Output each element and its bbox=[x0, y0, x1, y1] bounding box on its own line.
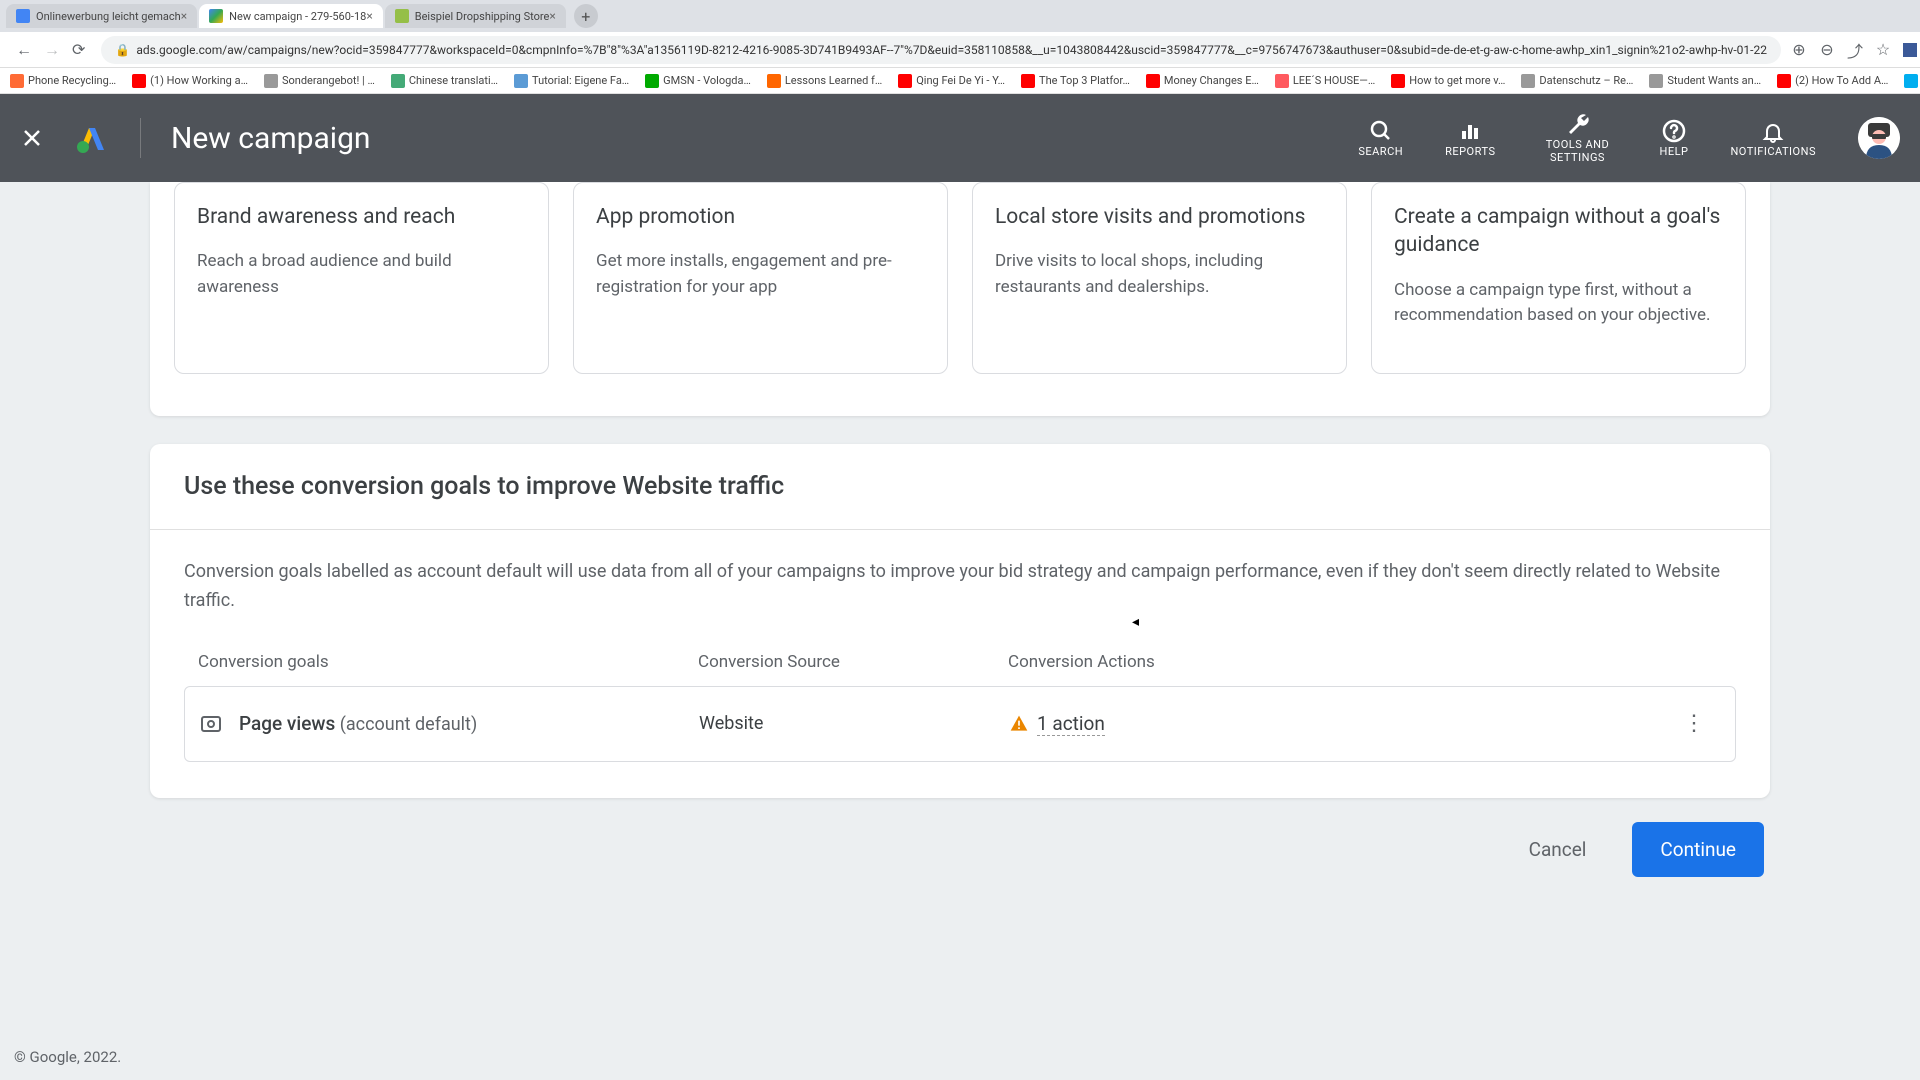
bookmark-item[interactable]: How to get more v… bbox=[1391, 74, 1505, 88]
goal-tile-no-goal[interactable]: Create a campaign without a goal's guida… bbox=[1371, 182, 1746, 374]
notifications-button[interactable]: NOTIFICATIONS bbox=[1730, 119, 1816, 158]
close-button[interactable] bbox=[20, 126, 44, 150]
goal-description: Drive visits to local shops, including r… bbox=[995, 249, 1324, 300]
browser-tab[interactable]: Onlinewerbung leicht gemach × bbox=[6, 4, 197, 28]
bookmark-item[interactable]: Qing Fei De Yi - Y… bbox=[898, 74, 1005, 88]
reload-button[interactable]: ⟳ bbox=[72, 40, 85, 59]
address-bar: ← → ⟳ 🔒 ads.google.com/aw/campaigns/new?… bbox=[0, 32, 1920, 68]
footer-actions: Cancel Continue bbox=[150, 822, 1770, 877]
goal-description: Get more installs, engagement and pre-re… bbox=[596, 249, 925, 300]
cancel-button[interactable]: Cancel bbox=[1501, 822, 1615, 877]
zoom-icon[interactable]: ⊖ bbox=[1819, 42, 1835, 58]
campaign-goals-card: Brand awareness and reach Reach a broad … bbox=[150, 182, 1770, 416]
bookmark-item[interactable]: GMSN - Vologda… bbox=[645, 74, 751, 88]
user-avatar[interactable] bbox=[1858, 117, 1900, 159]
forward-button[interactable]: → bbox=[44, 40, 60, 60]
translate-icon[interactable]: ⊕ bbox=[1791, 42, 1807, 58]
page-views-icon bbox=[199, 712, 223, 736]
table-row: Page views (account default) Website 1 a… bbox=[184, 686, 1736, 762]
tab-title: Beispiel Dropshipping Store bbox=[415, 10, 550, 23]
bookmark-item[interactable]: Money Changes E… bbox=[1146, 74, 1259, 88]
bookmark-item[interactable]: LEE´S HOUSE—… bbox=[1275, 74, 1375, 88]
app-header: New campaign SEARCH REPORTS TOOLS AND SE… bbox=[0, 94, 1920, 182]
bookmark-item[interactable]: Student Wants an… bbox=[1649, 74, 1761, 88]
content-area: Brand awareness and reach Reach a broad … bbox=[0, 182, 1920, 1080]
reports-icon bbox=[1458, 119, 1482, 143]
divider bbox=[140, 118, 141, 158]
goal-description: Choose a campaign type first, without a … bbox=[1394, 278, 1723, 329]
tab-title: New campaign - 279-560-18 bbox=[229, 10, 366, 23]
bookmark-item[interactable]: (2) How To Add A… bbox=[1777, 74, 1888, 88]
lock-icon: 🔒 bbox=[115, 43, 130, 57]
conversion-goals-card: Use these conversion goals to improve We… bbox=[150, 444, 1770, 798]
bookmark-item[interactable]: Chinese translati… bbox=[391, 74, 498, 88]
bookmark-item[interactable]: Lessons Learned f… bbox=[767, 74, 882, 88]
address-icons: ⊕ ⊖ ⤴ ☆ 🧩 ▦ ▣ ⋮ bbox=[1791, 39, 1920, 61]
goal-title: App promotion bbox=[596, 203, 925, 231]
google-ads-logo-icon bbox=[74, 120, 110, 156]
goal-description: Reach a broad audience and build awarene… bbox=[197, 249, 526, 300]
cursor-icon: ◂ bbox=[1132, 614, 1139, 630]
page-title: New campaign bbox=[171, 121, 371, 156]
bookmark-item[interactable]: The Top 3 Platfor… bbox=[1021, 74, 1130, 88]
bookmarks-bar: Phone Recycling… (1) How Working a… Sond… bbox=[0, 68, 1920, 94]
goal-name: Page views bbox=[239, 712, 335, 735]
goal-title: Create a campaign without a goal's guida… bbox=[1394, 203, 1723, 260]
section-description: Conversion goals labelled as account def… bbox=[150, 530, 1770, 616]
close-icon[interactable]: × bbox=[549, 9, 555, 23]
wrench-icon bbox=[1565, 112, 1589, 136]
url-input[interactable]: 🔒 ads.google.com/aw/campaigns/new?ocid=3… bbox=[101, 36, 1781, 64]
close-icon[interactable]: × bbox=[366, 9, 372, 23]
goal-title: Local store visits and promotions bbox=[995, 203, 1324, 231]
url-text: ads.google.com/aw/campaigns/new?ocid=359… bbox=[136, 43, 1767, 57]
copyright-text: © Google, 2022. bbox=[14, 1048, 121, 1066]
warning-icon bbox=[1009, 714, 1029, 734]
browser-tab-active[interactable]: New campaign - 279-560-18 × bbox=[199, 4, 383, 28]
new-tab-button[interactable]: + bbox=[574, 4, 598, 28]
goal-tile-app-promotion[interactable]: App promotion Get more installs, engagem… bbox=[573, 182, 948, 374]
section-title: Use these conversion goals to improve We… bbox=[150, 444, 1770, 530]
bell-icon bbox=[1761, 119, 1785, 143]
bookmark-item[interactable]: Tutorial: Eigene Fa… bbox=[514, 74, 629, 88]
conversion-table: Conversion goals Conversion Source Conve… bbox=[150, 616, 1770, 762]
bookmark-item[interactable]: (1) How Working a… bbox=[132, 74, 248, 88]
favicon-icon bbox=[209, 9, 223, 23]
column-header: Conversion goals bbox=[198, 652, 698, 672]
extension-icon[interactable] bbox=[1903, 43, 1917, 57]
bookmark-item[interactable]: Sonderangebot! | … bbox=[264, 74, 375, 88]
browser-tab-strip: Onlinewerbung leicht gemach × New campai… bbox=[0, 0, 1920, 32]
table-header: Conversion goals Conversion Source Conve… bbox=[184, 652, 1736, 686]
continue-button[interactable]: Continue bbox=[1632, 822, 1764, 877]
bookmark-item[interactable]: Datenschutz – Re… bbox=[1521, 74, 1633, 88]
column-header: Conversion Actions bbox=[1008, 652, 1722, 672]
back-button[interactable]: ← bbox=[16, 40, 32, 60]
conversion-source: Website bbox=[699, 713, 1009, 734]
bookmark-icon[interactable]: ☆ bbox=[1875, 42, 1891, 58]
column-header: Conversion Source bbox=[698, 652, 1008, 672]
more-menu-button[interactable]: ⋮ bbox=[1667, 711, 1721, 736]
goal-tile-brand-awareness[interactable]: Brand awareness and reach Reach a broad … bbox=[174, 182, 549, 374]
tab-title: Onlinewerbung leicht gemach bbox=[36, 10, 181, 23]
share-icon[interactable]: ⤴ bbox=[1847, 42, 1863, 58]
tools-button[interactable]: TOOLS AND SETTINGS bbox=[1537, 112, 1617, 164]
bookmark-item[interactable]: Download - Cooki… bbox=[1904, 74, 1920, 88]
goal-tile-local-store[interactable]: Local store visits and promotions Drive … bbox=[972, 182, 1347, 374]
search-icon bbox=[1369, 119, 1393, 143]
browser-tab[interactable]: Beispiel Dropshipping Store × bbox=[385, 4, 566, 28]
reports-button[interactable]: REPORTS bbox=[1445, 119, 1495, 158]
favicon-icon bbox=[395, 9, 409, 23]
close-icon[interactable]: × bbox=[181, 9, 187, 23]
bookmark-item[interactable]: Phone Recycling… bbox=[10, 74, 116, 88]
goal-suffix: (account default) bbox=[335, 714, 477, 735]
favicon-icon bbox=[16, 9, 30, 23]
help-button[interactable]: HELP bbox=[1659, 119, 1688, 158]
action-link[interactable]: 1 action bbox=[1037, 712, 1105, 736]
goal-title: Brand awareness and reach bbox=[197, 203, 526, 231]
search-button[interactable]: SEARCH bbox=[1358, 119, 1403, 158]
help-icon bbox=[1662, 119, 1686, 143]
